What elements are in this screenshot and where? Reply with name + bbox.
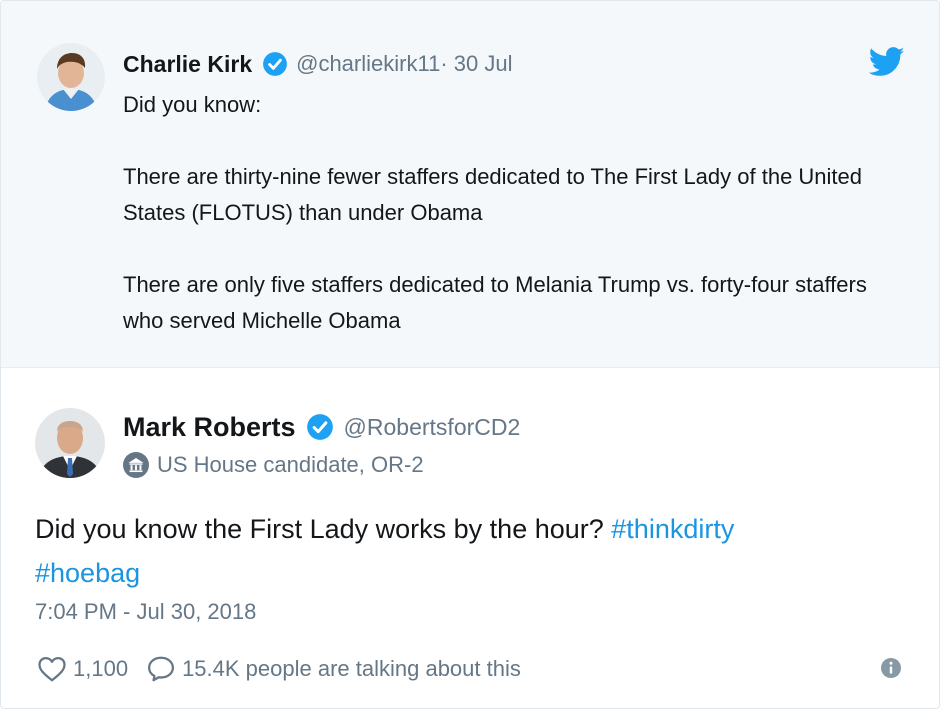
avatar[interactable]: [37, 43, 105, 111]
tweet-timestamp[interactable]: 7:04 PM - Jul 30, 2018: [35, 599, 256, 625]
account-label[interactable]: US House candidate, OR-2: [123, 450, 424, 480]
info-icon[interactable]: [879, 656, 903, 680]
heart-icon[interactable]: [37, 654, 67, 684]
account-label-text: US House candidate, OR-2: [157, 452, 424, 477]
tweet-paragraph: There are only five staffers dedicated t…: [123, 272, 867, 333]
hashtag-link[interactable]: #hoebag: [35, 558, 140, 588]
government-building-icon: [123, 452, 149, 478]
main-tweet-text: Did you know the First Lady works by the…: [35, 507, 895, 595]
author-handle[interactable]: @charliekirk11: [296, 51, 440, 77]
author-name[interactable]: Mark Roberts: [123, 412, 296, 443]
tweet-paragraph: There are thirty-nine fewer staffers ded…: [123, 164, 863, 225]
tweet-actions: 1,100 15.4K people are talking about thi…: [37, 652, 539, 686]
tweet-paragraph: Did you know:: [123, 92, 262, 117]
author-handle[interactable]: @RobertsforCD2: [344, 414, 521, 441]
parent-tweet[interactable]: Charlie Kirk @charliekirk11 · 30 Jul Did…: [1, 1, 939, 368]
parent-tweet-header: Charlie Kirk @charliekirk11 · 30 Jul: [123, 48, 512, 80]
speech-bubble-icon[interactable]: [146, 654, 176, 684]
hashtag-link[interactable]: #thinkdirty: [611, 514, 734, 544]
tweet-embed: Charlie Kirk @charliekirk11 · 30 Jul Did…: [0, 0, 940, 709]
avatar[interactable]: [35, 408, 105, 478]
main-tweet-header: Mark Roberts @RobertsforCD2: [123, 408, 520, 446]
verified-badge-icon: [306, 414, 333, 440]
like-count[interactable]: 1,100: [73, 656, 128, 682]
tweet-text: Did you know the First Lady works by the…: [35, 514, 612, 544]
twitter-bird-icon[interactable]: [869, 46, 905, 78]
verified-badge-icon: [263, 52, 288, 76]
conversation-count[interactable]: 15.4K people are talking about this: [182, 656, 521, 682]
parent-tweet-text: Did you know: There are thirty-nine fewe…: [123, 87, 903, 339]
tweet-date[interactable]: · 30 Jul: [440, 51, 512, 77]
author-name[interactable]: Charlie Kirk: [123, 51, 252, 78]
